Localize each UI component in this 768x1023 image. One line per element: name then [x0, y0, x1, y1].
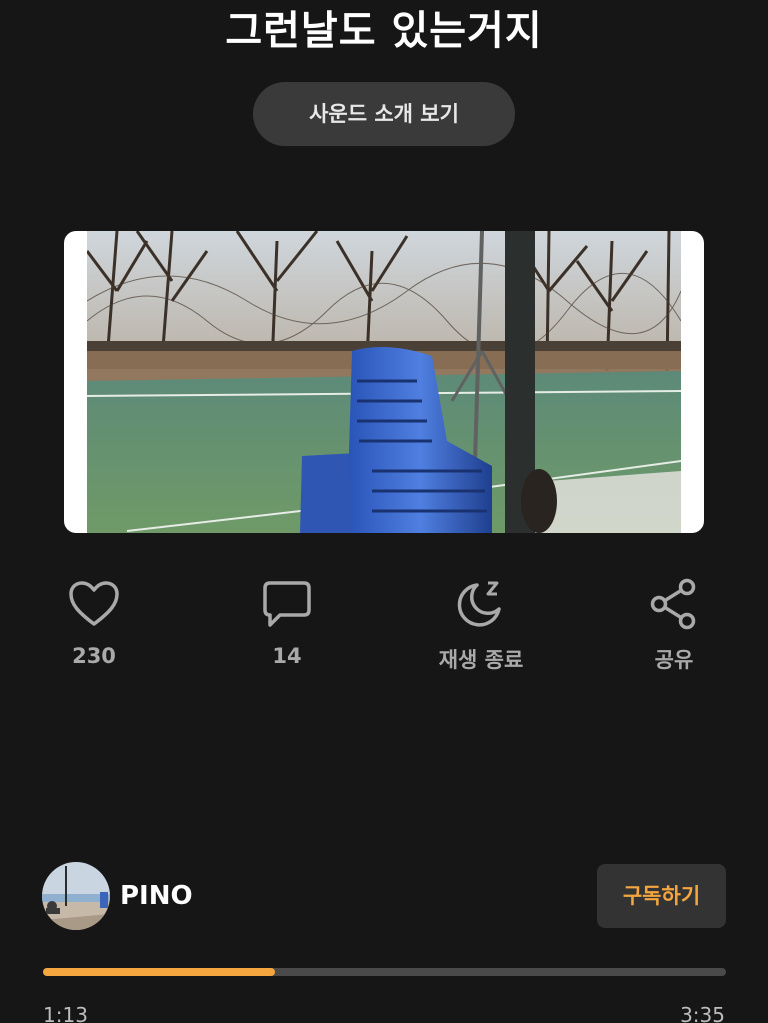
comment-icon [263, 581, 311, 627]
progress-fill [43, 968, 276, 976]
share-label: 공유 [654, 648, 694, 672]
share-button[interactable]: 공유 [604, 578, 744, 674]
creator-avatar[interactable] [42, 862, 110, 930]
elapsed-time: 1:13 [43, 1003, 88, 1023]
cover-image [64, 231, 704, 533]
track-title: 그런날도 있는거지 [225, 8, 543, 54]
like-count: 230 [72, 644, 116, 668]
subscribe-button[interactable]: 구독하기 [597, 864, 726, 928]
cover-photo [87, 231, 681, 533]
player-screen: 그런날도 있는거지 사운드 소개 보기 230 14 재생 종료 공유 PINO… [0, 0, 768, 1023]
creator-name[interactable]: PINO [120, 881, 193, 911]
comment-count: 14 [272, 644, 302, 668]
creator-info: PINO [42, 862, 193, 930]
comment-button[interactable]: 14 [217, 578, 357, 668]
share-icon [650, 578, 696, 630]
avatar-image [42, 862, 110, 930]
sleep-timer-label: 재생 종료 [438, 648, 524, 672]
sound-intro-button[interactable]: 사운드 소개 보기 [253, 82, 515, 146]
heart-icon [69, 581, 119, 626]
like-button[interactable]: 230 [24, 578, 164, 668]
total-time: 3:35 [680, 1003, 725, 1023]
progress-bar[interactable] [43, 968, 726, 976]
sleep-timer-button[interactable]: 재생 종료 [411, 578, 551, 674]
sleep-timer-icon [457, 581, 501, 627]
